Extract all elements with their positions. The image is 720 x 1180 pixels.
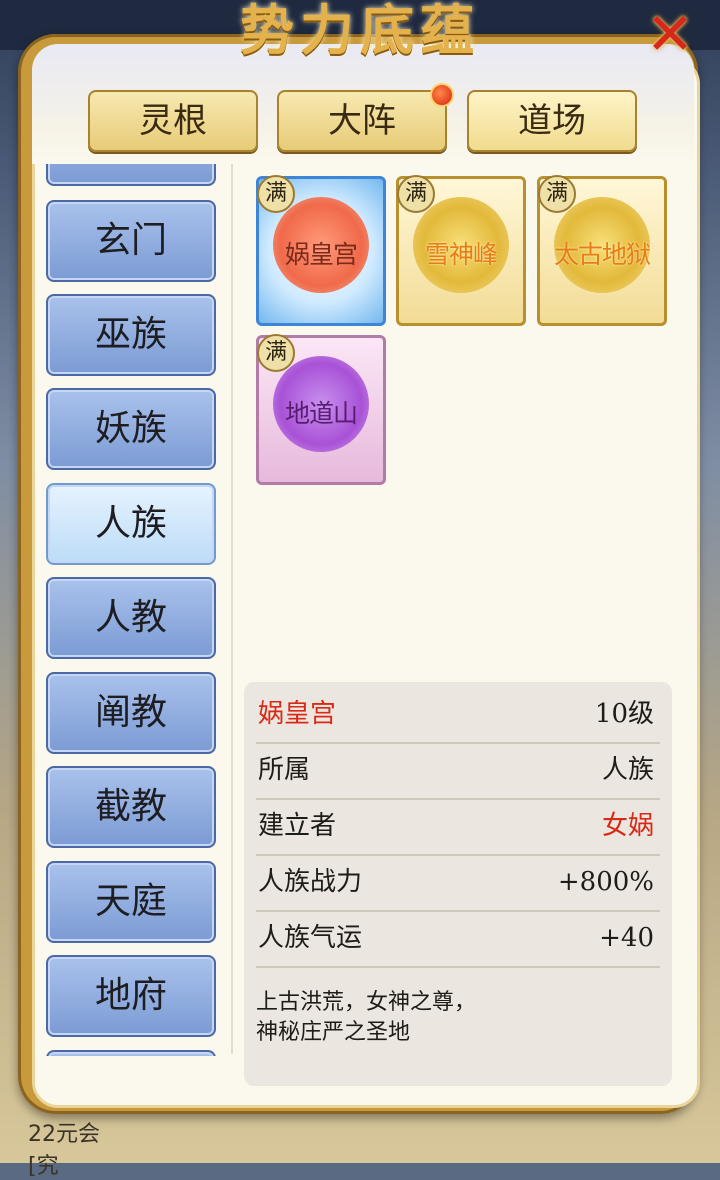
detail-site-name: 娲皇宫 [258, 699, 337, 729]
detail-value: +800% [557, 867, 654, 897]
full-badge: 满 [397, 175, 435, 213]
sidebar-item-yaozu[interactable]: 妖族 [46, 388, 216, 470]
detail-key: 人族战力 [258, 867, 363, 897]
detail-row-power: 人族战力 +800% [256, 854, 660, 912]
tab-daochang[interactable]: 道场 [467, 90, 637, 152]
detail-description: 上古洪荒，女神之尊， 神秘庄严之圣地 [256, 988, 496, 1048]
site-card-wahuanggong[interactable]: 娲皇宫 满 [256, 175, 386, 326]
detail-value: +40 [599, 923, 654, 953]
background-text-line2: [究 [28, 1154, 59, 1179]
sidebar-item-partial-top[interactable] [46, 164, 216, 186]
close-icon[interactable]: ✕ [640, 4, 700, 64]
sidebar-item-renjiao[interactable]: 人教 [46, 577, 216, 659]
detail-value: 人族 [601, 755, 654, 785]
full-badge: 满 [257, 175, 295, 213]
full-badge: 满 [257, 334, 295, 372]
notification-dot-icon [430, 83, 454, 107]
site-name: 地道山 [284, 399, 358, 428]
detail-key: 建立者 [258, 811, 337, 841]
description-line: 上古洪荒，女神之尊， [256, 990, 477, 1015]
sidebar-item-wuzu[interactable]: 巫族 [46, 294, 216, 376]
detail-row-fortune: 人族气运 +40 [256, 910, 660, 968]
site-name: 娲皇宫 [284, 240, 358, 269]
background-text-line1: 22元会 [28, 1122, 100, 1147]
sidebar-item-chanjiao[interactable]: 阐教 [46, 672, 216, 754]
tab-dazhen[interactable]: 大阵 [277, 90, 447, 152]
site-name: 太古地狱 [553, 240, 651, 269]
site-card-taigudiyu[interactable]: 太古地狱 满 [537, 175, 667, 326]
site-card-xueshenfeng[interactable]: 雪神峰 满 [396, 175, 526, 326]
sidebar-item-xuanmen[interactable]: 玄门 [46, 200, 216, 282]
detail-header-row: 娲皇宫 10级 [256, 686, 660, 744]
tab-linggen[interactable]: 灵根 [88, 90, 258, 152]
detail-key: 人族气运 [258, 923, 363, 953]
full-badge: 满 [538, 175, 576, 213]
detail-row-faction: 所属 人族 [256, 742, 660, 800]
faction-sidebar[interactable]: 玄门 巫族 妖族 人族 人教 阐教 截教 天庭 地府 [40, 164, 224, 1056]
sidebar-item-tianting[interactable]: 天庭 [46, 861, 216, 943]
sidebar-item-jiejiao[interactable]: 截教 [46, 766, 216, 848]
site-detail-panel: 娲皇宫 10级 所属 人族 建立者 女娲 人族战力 +800% 人族气运 +40… [244, 682, 672, 1086]
detail-site-level: 10级 [594, 699, 654, 729]
detail-value: 女娲 [601, 811, 654, 841]
sidebar-item-difu[interactable]: 地府 [46, 955, 216, 1037]
detail-row-founder: 建立者 女娲 [256, 798, 660, 856]
dialog-title: 势力底蕴 [240, 0, 480, 62]
detail-key: 所属 [258, 755, 311, 785]
description-line: 神秘庄严之圣地 [256, 1020, 411, 1045]
site-name: 雪神峰 [424, 240, 498, 269]
sidebar-item-renzu[interactable]: 人族 [46, 483, 216, 565]
sidebar-item-partial-bottom[interactable] [46, 1050, 216, 1056]
column-divider [231, 164, 233, 1054]
site-card-didaoshan[interactable]: 地道山 满 [256, 334, 386, 485]
